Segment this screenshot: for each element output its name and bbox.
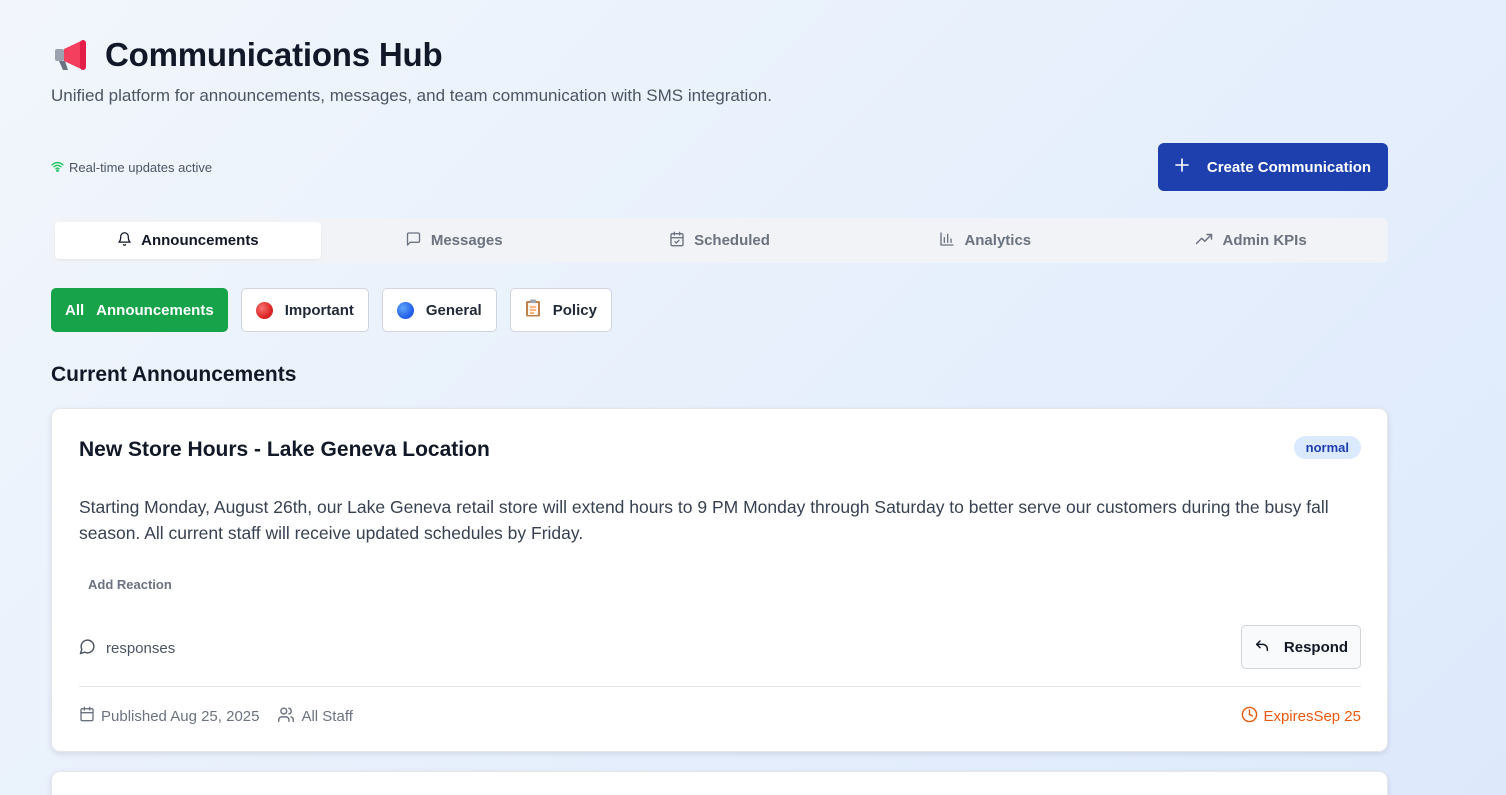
tab-analytics[interactable]: Analytics — [852, 222, 1118, 259]
calendar-icon — [79, 706, 95, 726]
announcement-card-next — [51, 771, 1388, 795]
expiry-date: ExpiresSep 25 — [1241, 706, 1361, 727]
realtime-status-text: Real-time updates active — [69, 160, 213, 175]
users-icon — [277, 706, 295, 726]
megaphone-icon — [53, 38, 91, 72]
announcement-title: New Store Hours - Lake Geneva Location — [79, 438, 490, 461]
clock-icon — [1241, 706, 1258, 727]
trending-up-icon — [1195, 232, 1213, 250]
announcement-body: Starting Monday, August 26th, our Lake G… — [79, 497, 1329, 543]
filter-label: General — [425, 301, 482, 319]
blue-circle-icon — [396, 301, 414, 319]
responses-label: responses — [106, 640, 176, 657]
tab-label: Scheduled — [694, 232, 770, 249]
announcement-filters: All Announcements Important General Poli… — [51, 288, 612, 332]
filter-all-prefix: All — [65, 301, 85, 319]
audience: All Staff — [277, 706, 353, 726]
page-title: Communications Hub — [105, 36, 443, 73]
comment-icon — [79, 638, 96, 659]
card-divider — [79, 686, 1361, 687]
filter-all-announcements[interactable]: All Announcements — [51, 288, 228, 332]
page-header: Communications Hub — [53, 36, 443, 74]
tab-messages[interactable]: Messages — [321, 222, 587, 259]
page-subtitle: Unified platform for announcements, mess… — [51, 86, 772, 105]
create-communication-button[interactable]: Create Communication — [1158, 143, 1388, 191]
tab-scheduled[interactable]: Scheduled — [587, 222, 853, 259]
bell-icon — [117, 231, 132, 251]
main-tabs: Announcements Messages Scheduled Analyti… — [51, 218, 1388, 263]
message-icon — [405, 231, 422, 251]
reply-icon — [1254, 638, 1270, 656]
realtime-status: Real-time updates active — [51, 160, 212, 175]
red-circle-icon — [255, 301, 273, 319]
announcement-meta: Published Aug 25, 2025 All Staff — [79, 706, 353, 726]
wifi-icon — [51, 160, 64, 175]
tab-admin-kpis[interactable]: Admin KPIs — [1118, 222, 1384, 259]
add-reaction-button[interactable]: Add Reaction — [88, 577, 172, 592]
tab-label: Announcements — [141, 232, 259, 249]
tab-label: Messages — [430, 232, 503, 249]
tab-announcements[interactable]: Announcements — [55, 222, 321, 259]
filter-general[interactable]: General — [381, 288, 497, 332]
create-communication-label: Create Communication — [1206, 158, 1372, 176]
plus-icon — [1175, 158, 1189, 176]
respond-label: Respond — [1283, 638, 1349, 656]
filter-policy[interactable]: Policy — [509, 288, 612, 332]
filter-label: Important — [284, 301, 354, 319]
clipboard-icon — [525, 299, 541, 321]
bar-chart-icon — [939, 231, 955, 251]
audience-text: All Staff — [301, 707, 353, 725]
filter-important[interactable]: Important — [240, 288, 369, 332]
respond-button[interactable]: Respond — [1241, 625, 1361, 669]
priority-badge: normal — [1293, 436, 1361, 459]
responses-count[interactable]: responses — [79, 638, 175, 659]
published-text: Published Aug 25, 2025 — [101, 707, 260, 725]
announcement-card: New Store Hours - Lake Geneva Location n… — [51, 408, 1388, 752]
calendar-check-icon — [669, 231, 685, 251]
section-title: Current Announcements — [51, 363, 297, 386]
tab-label: Analytics — [964, 232, 1032, 249]
published-date: Published Aug 25, 2025 — [79, 706, 259, 726]
expires-text: ExpiresSep 25 — [1263, 708, 1361, 725]
tab-label: Admin KPIs — [1222, 232, 1307, 249]
filter-label: Announcements — [96, 301, 214, 319]
filter-label: Policy — [552, 301, 597, 319]
